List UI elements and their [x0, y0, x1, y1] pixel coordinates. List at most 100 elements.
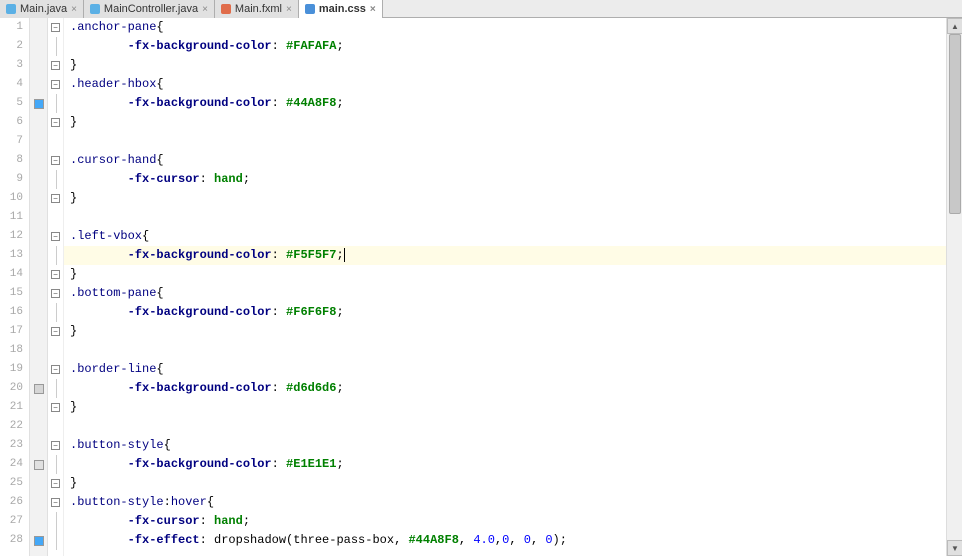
code-line[interactable]: .left-vbox{	[64, 227, 946, 246]
close-icon[interactable]: ×	[71, 4, 77, 15]
editor-tab[interactable]: MainController.java ×	[84, 0, 215, 18]
vertical-scrollbar[interactable]: ▲ ▼	[946, 18, 962, 556]
code-line[interactable]: -fx-background-color: #d6d6d6;	[64, 379, 946, 398]
line-number: 13	[0, 246, 23, 265]
line-number: 8	[0, 151, 23, 170]
code-line[interactable]: -fx-cursor: hand;	[64, 512, 946, 531]
code-line[interactable]: }	[64, 56, 946, 75]
code-line[interactable]: }	[64, 189, 946, 208]
close-icon[interactable]: ×	[202, 4, 208, 15]
code-line[interactable]: .cursor-hand{	[64, 151, 946, 170]
editor-tab[interactable]: main.css×	[299, 0, 383, 18]
fold-slot: −	[48, 227, 63, 246]
fold-close-icon[interactable]: −	[51, 327, 60, 336]
fold-slot	[48, 94, 63, 113]
fold-close-icon[interactable]: −	[51, 118, 60, 127]
fold-close-icon[interactable]: −	[51, 194, 60, 203]
color-swatch-icon[interactable]	[34, 99, 44, 109]
fold-close-icon[interactable]: −	[51, 61, 60, 70]
fold-slot: −	[48, 398, 63, 417]
gutter-marker-slot	[30, 436, 47, 455]
code-line[interactable]	[64, 208, 946, 227]
file-type-icon	[221, 4, 231, 14]
fold-open-icon[interactable]: −	[51, 80, 60, 89]
close-icon[interactable]: ×	[286, 4, 292, 15]
gutter-marker-slot	[30, 474, 47, 493]
fold-slot	[48, 208, 63, 227]
fold-open-icon[interactable]: −	[51, 365, 60, 374]
gutter-marker-slot	[30, 37, 47, 56]
line-number: 24	[0, 455, 23, 474]
code-line[interactable]: }	[64, 265, 946, 284]
color-swatch-icon[interactable]	[34, 384, 44, 394]
tab-label: Main.java	[20, 3, 67, 15]
gutter-marker-slot	[30, 417, 47, 436]
line-number: 26	[0, 493, 23, 512]
fold-slot: −	[48, 493, 63, 512]
line-number: 25	[0, 474, 23, 493]
code-line[interactable]: -fx-background-color: #FAFAFA;	[64, 37, 946, 56]
code-line[interactable]: }	[64, 398, 946, 417]
code-line[interactable]: .anchor-pane{	[64, 18, 946, 37]
line-number: 15	[0, 284, 23, 303]
fold-open-icon[interactable]: −	[51, 156, 60, 165]
code-line[interactable]: .button-style{	[64, 436, 946, 455]
code-line[interactable]: }	[64, 322, 946, 341]
fold-slot: −	[48, 18, 63, 37]
code-line[interactable]: -fx-background-color: #F6F6F8;	[64, 303, 946, 322]
close-icon[interactable]: ×	[370, 4, 376, 15]
line-number: 3	[0, 56, 23, 75]
code-line[interactable]	[64, 417, 946, 436]
fold-close-icon[interactable]: −	[51, 479, 60, 488]
fold-slot	[48, 455, 63, 474]
gutter-marker-slot	[30, 303, 47, 322]
code-area[interactable]: .anchor-pane{ -fx-background-color: #FAF…	[64, 18, 946, 556]
fold-slot: −	[48, 284, 63, 303]
code-line[interactable]: .border-line{	[64, 360, 946, 379]
fold-open-icon[interactable]: −	[51, 498, 60, 507]
gutter-marker-slot	[30, 94, 47, 113]
line-number-gutter: 1234567891011121314151617181920212223242…	[0, 18, 30, 556]
scroll-down-button[interactable]: ▼	[947, 540, 962, 556]
fold-open-icon[interactable]: −	[51, 441, 60, 450]
fold-open-icon[interactable]: −	[51, 23, 60, 32]
code-line[interactable]: .header-hbox{	[64, 75, 946, 94]
tab-label: MainController.java	[104, 3, 198, 15]
scroll-up-button[interactable]: ▲	[947, 18, 962, 34]
code-line[interactable]	[64, 341, 946, 360]
gutter-marker-slot	[30, 246, 47, 265]
line-number: 7	[0, 132, 23, 151]
fold-close-icon[interactable]: −	[51, 403, 60, 412]
fold-open-icon[interactable]: −	[51, 289, 60, 298]
file-type-icon	[90, 4, 100, 14]
code-line[interactable]: .bottom-pane{	[64, 284, 946, 303]
line-number: 27	[0, 512, 23, 531]
code-line[interactable]: -fx-cursor: hand;	[64, 170, 946, 189]
line-number: 28	[0, 531, 23, 550]
code-line[interactable]: -fx-background-color: #E1E1E1;	[64, 455, 946, 474]
gutter-marker-slot	[30, 18, 47, 37]
code-line[interactable]: .button-style:hover{	[64, 493, 946, 512]
editor-tab[interactable]: Main.fxml×	[215, 0, 299, 18]
line-number: 12	[0, 227, 23, 246]
line-number: 14	[0, 265, 23, 284]
color-swatch-icon[interactable]	[34, 536, 44, 546]
editor-tab[interactable]: Main.java ×	[0, 0, 84, 18]
fold-slot	[48, 417, 63, 436]
code-line[interactable]: -fx-background-color: #F5F5F7;	[64, 246, 946, 265]
fold-open-icon[interactable]: −	[51, 232, 60, 241]
gutter-marker-slot	[30, 341, 47, 360]
fold-slot	[48, 512, 63, 531]
fold-slot: −	[48, 151, 63, 170]
fold-slot: −	[48, 436, 63, 455]
line-number: 21	[0, 398, 23, 417]
code-line[interactable]: -fx-background-color: #44A8F8;	[64, 94, 946, 113]
scroll-thumb[interactable]	[949, 34, 961, 214]
code-line[interactable]: }	[64, 474, 946, 493]
color-swatch-icon[interactable]	[34, 460, 44, 470]
fold-close-icon[interactable]: −	[51, 270, 60, 279]
code-line[interactable]	[64, 132, 946, 151]
code-line[interactable]: -fx-effect: dropshadow(three-pass-box, #…	[64, 531, 946, 550]
code-line[interactable]: }	[64, 113, 946, 132]
gutter-marker-slot	[30, 170, 47, 189]
